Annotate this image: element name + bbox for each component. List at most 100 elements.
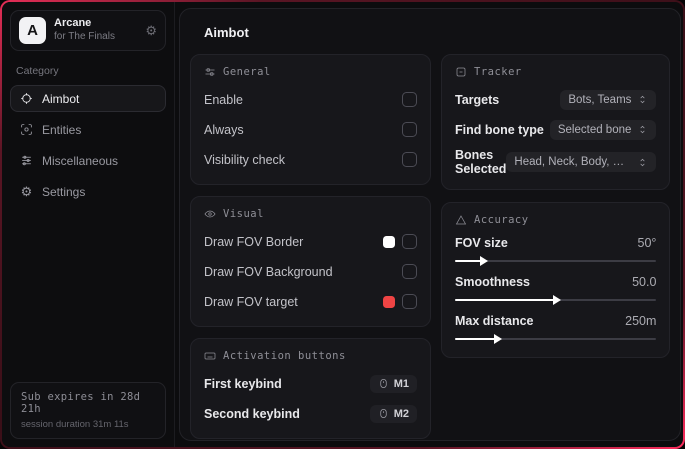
max-distance-row: Max distance 250m	[455, 314, 657, 344]
eye-icon	[204, 210, 216, 218]
row-label: Draw FOV Background	[204, 264, 333, 279]
keybind-value: M1	[393, 377, 409, 390]
visual-row-fov-border: Draw FOV Border	[204, 230, 417, 253]
brand-card: A Arcane for The Finals ⚙	[10, 10, 166, 51]
visual-row-fov-target: Draw FOV target	[204, 290, 417, 313]
max-distance-slider[interactable]	[455, 334, 657, 344]
sidebar: A Arcane for The Finals ⚙ Category Aimbo…	[2, 2, 175, 447]
slider-thumb[interactable]	[494, 334, 503, 344]
max-distance-value: 250m	[625, 314, 657, 328]
bones-selected-row: Bones Selected Head, Neck, Body, Pe...	[455, 148, 657, 176]
general-row-always: Always	[204, 118, 417, 141]
sidebar-item-aimbot[interactable]: Aimbot	[10, 85, 166, 112]
tracker-card: Tracker Targets Bots, Teams Find bone ty…	[441, 54, 671, 190]
targets-row: Targets Bots, Teams	[455, 88, 657, 111]
targets-select[interactable]: Bots, Teams	[560, 89, 657, 110]
sidebar-item-settings[interactable]: ⚙ Settings	[10, 178, 166, 205]
row-label: FOV size	[455, 236, 508, 250]
fov-border-checkbox[interactable]	[402, 234, 417, 249]
row-label: Visibility check	[204, 152, 286, 167]
sidebar-item-miscellaneous[interactable]: Miscellaneous	[10, 147, 166, 174]
sidebar-item-label: Aimbot	[42, 91, 80, 106]
row-label: Bones Selected	[455, 148, 507, 176]
slider-fill	[455, 299, 556, 301]
chevrons-up-down-icon	[640, 125, 646, 134]
second-keybind-button[interactable]: M2	[369, 404, 417, 423]
mouse-icon	[380, 379, 387, 388]
row-label: Find bone type	[455, 122, 544, 137]
keyboard-icon	[204, 352, 216, 360]
second-keybind-row: Second keybind M2	[204, 402, 417, 425]
fov-target-checkbox[interactable]	[402, 294, 417, 309]
card-title: Visual	[223, 208, 264, 220]
row-label: Always	[204, 122, 244, 137]
visibility-check-checkbox[interactable]	[402, 152, 417, 167]
row-label: First keybind	[204, 376, 282, 391]
smoothness-value: 50.0	[632, 275, 657, 289]
gear-icon: ⚙	[20, 184, 33, 199]
slider-fill	[455, 260, 484, 262]
select-value: Head, Neck, Body, Pe...	[514, 156, 632, 168]
find-bone-type-select[interactable]: Selected bone	[549, 119, 657, 140]
gear-icon[interactable]: ⚙	[145, 24, 157, 37]
slider-fill	[455, 338, 498, 340]
fov-size-slider[interactable]	[455, 256, 657, 266]
enable-checkbox[interactable]	[402, 92, 417, 107]
row-label: Enable	[204, 92, 243, 107]
row-label: Draw FOV target	[204, 294, 298, 309]
row-label: Draw FOV Border	[204, 234, 304, 249]
sidebar-item-label: Entities	[42, 122, 82, 137]
slider-thumb[interactable]	[552, 295, 561, 305]
general-card: General Enable Always Visibility check	[190, 54, 431, 185]
smoothness-slider[interactable]	[455, 295, 657, 305]
card-title: General	[223, 66, 271, 78]
sidebar-item-entities[interactable]: Entities	[10, 116, 166, 143]
card-title: Accuracy	[474, 214, 529, 226]
scan-icon	[20, 123, 33, 136]
select-value: Bots, Teams	[568, 93, 632, 106]
bones-selected-select[interactable]: Head, Neck, Body, Pe...	[506, 152, 657, 172]
row-label: Targets	[455, 92, 500, 107]
category-label: Category	[16, 65, 59, 77]
sliders-horizontal-icon	[205, 68, 215, 76]
smoothness-row: Smoothness 50.0	[455, 275, 657, 305]
fov-size-value: 50°	[637, 236, 657, 250]
card-title: Activation buttons	[223, 350, 346, 362]
sidebar-item-label: Miscellaneous	[42, 153, 119, 168]
main-panel: Aimbot General Enable Always Visibility …	[179, 8, 682, 441]
chevrons-up-down-icon	[640, 95, 646, 104]
first-keybind-button[interactable]: M1	[369, 374, 417, 393]
slider-thumb[interactable]	[480, 256, 489, 266]
app-window: A Arcane for The Finals ⚙ Category Aimbo…	[2, 2, 683, 447]
sub-expires-text: Sub expires in 28d 21h	[21, 391, 141, 415]
chevrons-up-down-icon	[640, 158, 646, 166]
accuracy-card: Accuracy FOV size 50° Smoothness 50.0 Ma…	[441, 202, 671, 358]
square-minus-icon	[456, 67, 466, 77]
fov-target-color-swatch[interactable]	[383, 295, 395, 308]
card-title: Tracker	[474, 66, 522, 78]
fov-background-checkbox[interactable]	[402, 264, 417, 279]
app-logo: A	[19, 17, 46, 44]
row-label: Smoothness	[455, 275, 531, 289]
session-duration-text: session duration 31m 11s	[21, 419, 129, 430]
fov-border-color-swatch[interactable]	[383, 235, 395, 248]
visual-row-fov-background: Draw FOV Background	[204, 260, 417, 283]
visual-card: Visual Draw FOV Border Draw FOV Backgrou…	[190, 196, 431, 327]
page-title: Aimbot	[204, 25, 249, 40]
app-name: Arcane	[54, 17, 92, 30]
row-label: Max distance	[455, 314, 534, 328]
app-subtitle: for The Finals	[54, 31, 115, 43]
fov-size-row: FOV size 50°	[455, 236, 657, 266]
select-value: Selected bone	[557, 123, 632, 136]
sliders-icon	[20, 154, 33, 167]
triangle-icon	[455, 215, 467, 225]
mouse-icon	[380, 409, 387, 418]
crosshair-icon	[20, 92, 33, 105]
always-checkbox[interactable]	[402, 122, 417, 137]
general-row-enable: Enable	[204, 88, 417, 111]
sidebar-nav: Aimbot Entities Miscellaneous ⚙ Settings	[10, 85, 166, 205]
find-bone-type-row: Find bone type Selected bone	[455, 118, 657, 141]
row-label: Second keybind	[204, 406, 300, 421]
general-row-visibility-check: Visibility check	[204, 148, 417, 171]
keybind-value: M2	[393, 407, 409, 420]
